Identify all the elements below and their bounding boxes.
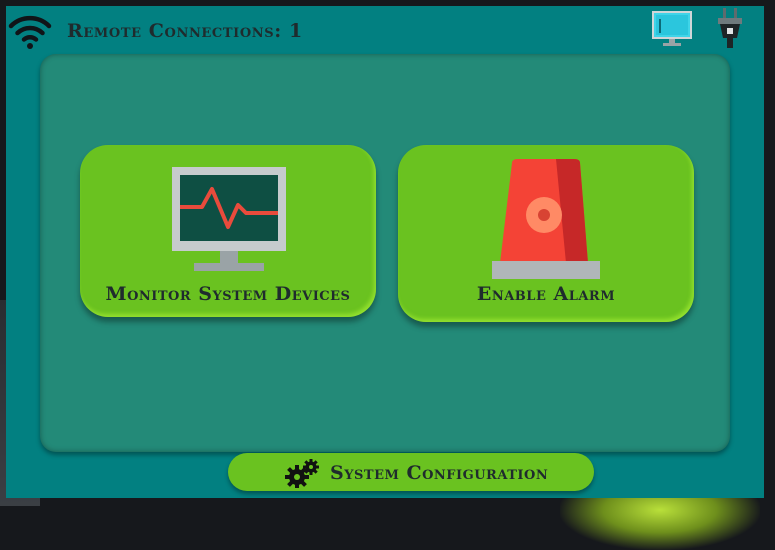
- remote-monitor-icon[interactable]: [651, 10, 693, 48]
- main-content-area: Monitor System Devices Enable Alarm: [40, 54, 730, 452]
- page-title: Remote Connections: 1: [67, 20, 303, 42]
- monitor-system-devices-button[interactable]: Monitor System Devices: [80, 145, 376, 317]
- tile-label: Enable Alarm: [476, 283, 616, 305]
- system-configuration-button[interactable]: System Configuration: [228, 453, 594, 491]
- config-label: System Configuration: [330, 462, 549, 484]
- power-plug-icon[interactable]: [712, 6, 748, 52]
- alarm-beacon-icon: [492, 159, 600, 279]
- gears-icon: [285, 459, 319, 488]
- header-bar: Remote Connections: 1: [6, 6, 764, 58]
- monitor-pulse-icon: [172, 167, 286, 271]
- tile-label: Monitor System Devices: [105, 283, 351, 305]
- wifi-icon: [8, 15, 52, 49]
- app-panel: Remote Connections: 1 Monitor System Dev…: [6, 6, 764, 498]
- enable-alarm-button[interactable]: Enable Alarm: [398, 145, 694, 322]
